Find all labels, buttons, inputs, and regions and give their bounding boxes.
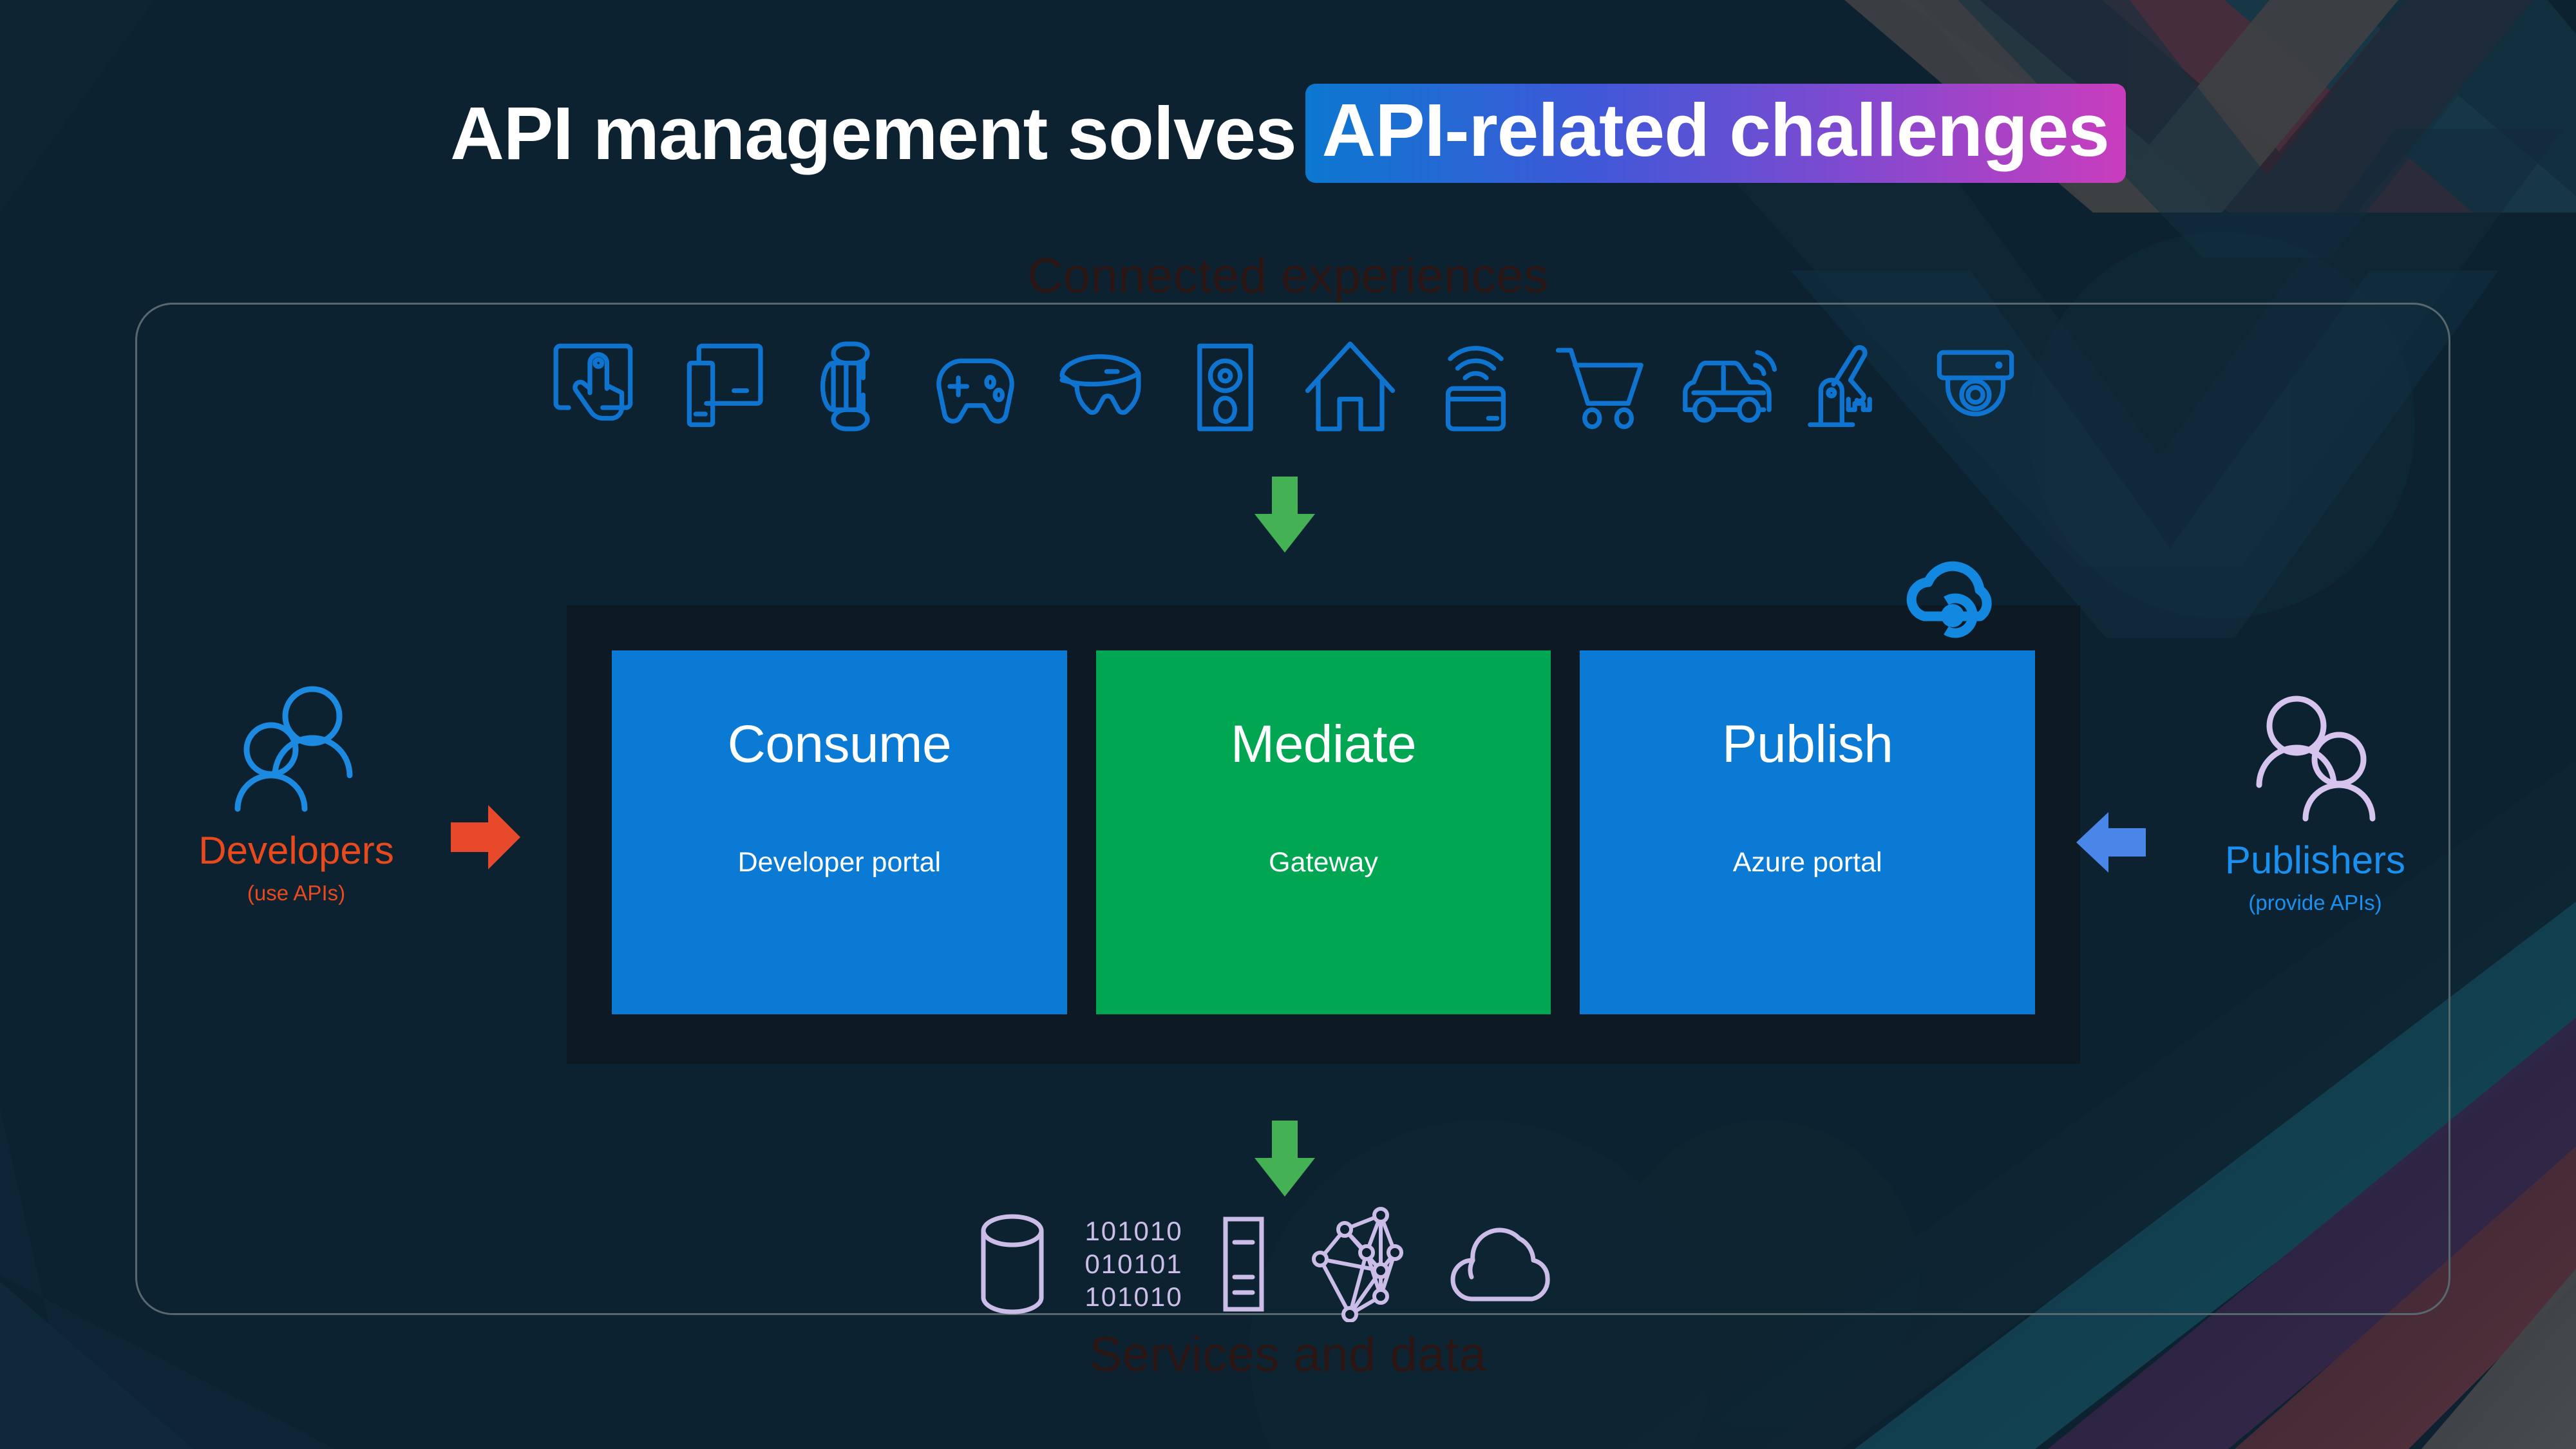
cloud-icon: [1450, 1227, 1550, 1301]
smart-home-icon: [1305, 341, 1396, 431]
actor-publishers: Publishers (provide APIs): [2154, 692, 2476, 915]
stage-title-consume: Consume: [727, 715, 952, 773]
vr-headset-icon: [1059, 354, 1141, 415]
stage-subtitle-mediate: Gateway: [1269, 847, 1378, 878]
publishers-label: Publishers: [2224, 838, 2406, 882]
developers-sublabel: (use APIs): [247, 881, 346, 905]
connected-experiences-caption: Connected experiences: [1027, 249, 1549, 303]
stage-title-mediate: Mediate: [1230, 715, 1417, 773]
stage-box-consume[interactable]: Consume Developer portal: [612, 650, 1067, 1014]
binary-line-1: 101010: [1084, 1215, 1183, 1246]
connected-devices-strip: [547, 325, 2029, 448]
title-highlight-text: API-related challenges: [1305, 84, 2126, 183]
flow-arrow-down-top: [1255, 477, 1315, 553]
flow-arrow-down-bottom: [1255, 1121, 1315, 1197]
stage-box-mediate[interactable]: Mediate Gateway: [1095, 650, 1551, 1014]
stage-boxes: Consume Developer portal Mediate Gateway…: [612, 650, 2036, 1014]
smart-speaker-icon: [1197, 343, 1254, 431]
binary-data-icon: 101010 010101 101010: [1084, 1215, 1182, 1314]
services-and-data-caption: Services and data: [1089, 1327, 1487, 1382]
publishers-flow-arrow-left: [2076, 812, 2146, 873]
connected-car-icon: [1682, 350, 1777, 423]
cloud-api-icon: [1906, 561, 1992, 638]
smart-hub-icon: [1445, 346, 1506, 431]
security-camera-icon: [1937, 350, 2014, 417]
stage-subtitle-publish: Azure portal: [1732, 847, 1882, 878]
actor-developers: Developers (use APIs): [126, 683, 467, 905]
developers-label: Developers: [198, 829, 394, 872]
server-rack-icon: [1223, 1217, 1264, 1311]
network-graph-icon: [1311, 1206, 1403, 1322]
publishers-people-icon: [2256, 696, 2376, 822]
database-icon: [981, 1214, 1044, 1314]
services-and-data-strip: 101010 010101 101010: [976, 1206, 1575, 1322]
robot-arm-icon: [1807, 345, 1872, 428]
binary-line-3: 101010: [1084, 1282, 1183, 1312]
developers-people-icon: [234, 686, 353, 812]
page-title: API management solves API-related challen…: [0, 84, 2576, 183]
stage-box-publish[interactable]: Publish Azure portal: [1580, 650, 2036, 1014]
touchscreen-icon: [553, 343, 633, 421]
tablet-phone-icon: [687, 343, 763, 428]
developers-flow-arrow-right: [451, 805, 520, 869]
stage-subtitle-consume: Developer portal: [737, 847, 942, 878]
smartwatch-icon: [820, 341, 870, 431]
gamepad-icon: [936, 358, 1015, 424]
title-plain-text: API management solves: [450, 91, 1297, 175]
shopping-cart-icon: [1555, 348, 1643, 430]
binary-line-2: 010101: [1084, 1248, 1183, 1279]
stage-title-publish: Publish: [1721, 715, 1893, 773]
publishers-sublabel: (provide APIs): [2248, 891, 2382, 914]
